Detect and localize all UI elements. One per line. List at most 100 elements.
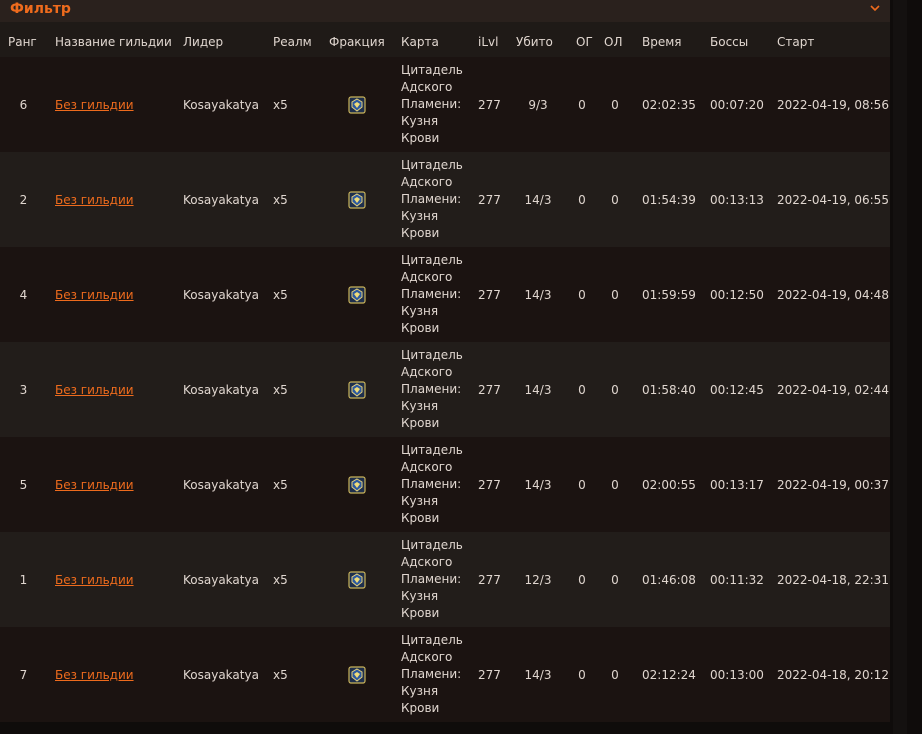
killed-cell: 14/3 xyxy=(524,382,552,397)
map-line: Крови xyxy=(401,416,440,430)
map-cell: Цитадель Адского Пламени: Кузня Крови xyxy=(393,247,470,342)
leader-cell: Kosayakatya xyxy=(183,477,259,492)
ilvl-cell: 277 xyxy=(478,667,501,682)
guild-link[interactable]: Без гильдии xyxy=(55,478,134,492)
guild-link[interactable]: Без гильдии xyxy=(55,288,134,302)
ilvl-cell: 277 xyxy=(478,382,501,397)
header-map[interactable]: Карта xyxy=(393,27,470,57)
faction-cell xyxy=(321,627,393,722)
filter-bar[interactable]: Фильтр xyxy=(0,0,890,22)
map-line: Крови xyxy=(401,321,440,335)
header-ol[interactable]: ОЛ xyxy=(596,27,634,57)
leader-cell: Kosayakatya xyxy=(183,97,259,112)
guild-cell: Без гильдии xyxy=(47,437,175,532)
faction-cell xyxy=(321,437,393,532)
map-line: Кузня xyxy=(401,399,439,413)
header-start[interactable]: Старт xyxy=(769,27,890,57)
bosses-cell: 00:11:32 xyxy=(710,572,764,587)
guild-cell: Без гильдии xyxy=(47,627,175,722)
start-cell: 2022-04-19, 04:48 xyxy=(777,287,889,302)
time-cell: 01:58:40 xyxy=(642,382,696,397)
filter-title[interactable]: Фильтр xyxy=(10,0,71,20)
map-line: Пламени: xyxy=(401,667,462,681)
map-cell: Цитадель Адского Пламени: Кузня Крови xyxy=(393,627,470,722)
map-line: Адского xyxy=(401,175,453,189)
guild-link[interactable]: Без гильдии xyxy=(55,383,134,397)
header-leader[interactable]: Лидер xyxy=(175,27,265,57)
guild-link[interactable]: Без гильдии xyxy=(55,98,134,112)
map-line: Адского xyxy=(401,555,453,569)
alliance-icon xyxy=(348,190,366,209)
table-row: 5 Без гильдии Kosayakatya x5 Цитадель Адского… xyxy=(0,437,890,532)
start-cell: 2022-04-19, 00:37 xyxy=(777,477,889,492)
guild-cell: Без гильдии xyxy=(47,342,175,437)
bosses-cell: 00:07:20 xyxy=(710,97,764,112)
time-cell: 01:59:59 xyxy=(642,287,696,302)
map-line: Цитадель xyxy=(401,253,463,267)
rank-cell: 3 xyxy=(19,382,28,397)
faction-cell xyxy=(321,57,393,152)
alliance-icon xyxy=(348,285,366,304)
table-row: 6 Без гильдии Kosayakatya x5 Цитадель Адского… xyxy=(0,57,890,152)
ol-cell: 0 xyxy=(611,667,619,682)
header-faction[interactable]: Фракция xyxy=(321,27,393,57)
realm-cell: x5 xyxy=(273,382,288,397)
guild-link[interactable]: Без гильдии xyxy=(55,573,134,587)
header-time[interactable]: Время xyxy=(634,27,702,57)
guild-link[interactable]: Без гильдии xyxy=(55,193,134,207)
header-og[interactable]: ОГ xyxy=(568,27,596,57)
time-cell: 02:00:55 xyxy=(642,477,696,492)
ol-cell: 0 xyxy=(611,192,619,207)
map-line: Цитадель xyxy=(401,348,463,362)
map-line: Цитадель xyxy=(401,63,463,77)
map-line: Пламени: xyxy=(401,192,462,206)
ilvl-cell: 277 xyxy=(478,572,501,587)
alliance-icon xyxy=(348,95,366,114)
time-cell: 01:46:08 xyxy=(642,572,696,587)
header-ilvl[interactable]: iLvl xyxy=(470,27,508,57)
map-line: Пламени: xyxy=(401,287,462,301)
faction-cell xyxy=(321,152,393,247)
scrollbar[interactable] xyxy=(893,0,907,734)
alliance-icon xyxy=(348,475,366,494)
header-guild[interactable]: Название гильдии xyxy=(47,27,175,57)
chevron-down-icon[interactable] xyxy=(868,0,882,18)
map-line: Крови xyxy=(401,131,440,145)
killed-cell: 14/3 xyxy=(524,287,552,302)
og-cell: 0 xyxy=(578,97,586,112)
faction-cell xyxy=(321,532,393,627)
guild-cell: Без гильдии xyxy=(47,57,175,152)
guild-cell: Без гильдии xyxy=(47,247,175,342)
map-line: Пламени: xyxy=(401,477,462,491)
map-line: Кузня xyxy=(401,494,439,508)
ilvl-cell: 277 xyxy=(478,192,501,207)
ol-cell: 0 xyxy=(611,382,619,397)
leader-cell: Kosayakatya xyxy=(183,667,259,682)
map-line: Крови xyxy=(401,606,440,620)
guild-link[interactable]: Без гильдии xyxy=(55,668,134,682)
rank-cell: 6 xyxy=(19,97,28,112)
header-killed[interactable]: Убито xyxy=(508,27,568,57)
rank-cell: 7 xyxy=(19,667,28,682)
og-cell: 0 xyxy=(578,477,586,492)
header-rank[interactable]: Ранг xyxy=(0,27,47,57)
faction-cell xyxy=(321,342,393,437)
map-cell: Цитадель Адского Пламени: Кузня Крови xyxy=(393,152,470,247)
og-cell: 0 xyxy=(578,667,586,682)
map-line: Цитадель xyxy=(401,158,463,172)
og-cell: 0 xyxy=(578,192,586,207)
header-realm[interactable]: Реалм xyxy=(265,27,321,57)
table-row: 3 Без гильдии Kosayakatya x5 Цитадель Адского… xyxy=(0,342,890,437)
map-line: Кузня xyxy=(401,684,439,698)
header-bosses[interactable]: Боссы xyxy=(702,27,769,57)
killed-cell: 14/3 xyxy=(524,192,552,207)
raids-table: Ранг Название гильдии Лидер Реалм Фракци… xyxy=(0,27,890,722)
map-line: Адского xyxy=(401,365,453,379)
map-line: Адского xyxy=(401,80,453,94)
killed-cell: 9/3 xyxy=(528,97,548,112)
map-line: Цитадель xyxy=(401,538,463,552)
og-cell: 0 xyxy=(578,287,586,302)
time-cell: 01:54:39 xyxy=(642,192,696,207)
time-cell: 02:02:35 xyxy=(642,97,696,112)
leader-cell: Kosayakatya xyxy=(183,572,259,587)
